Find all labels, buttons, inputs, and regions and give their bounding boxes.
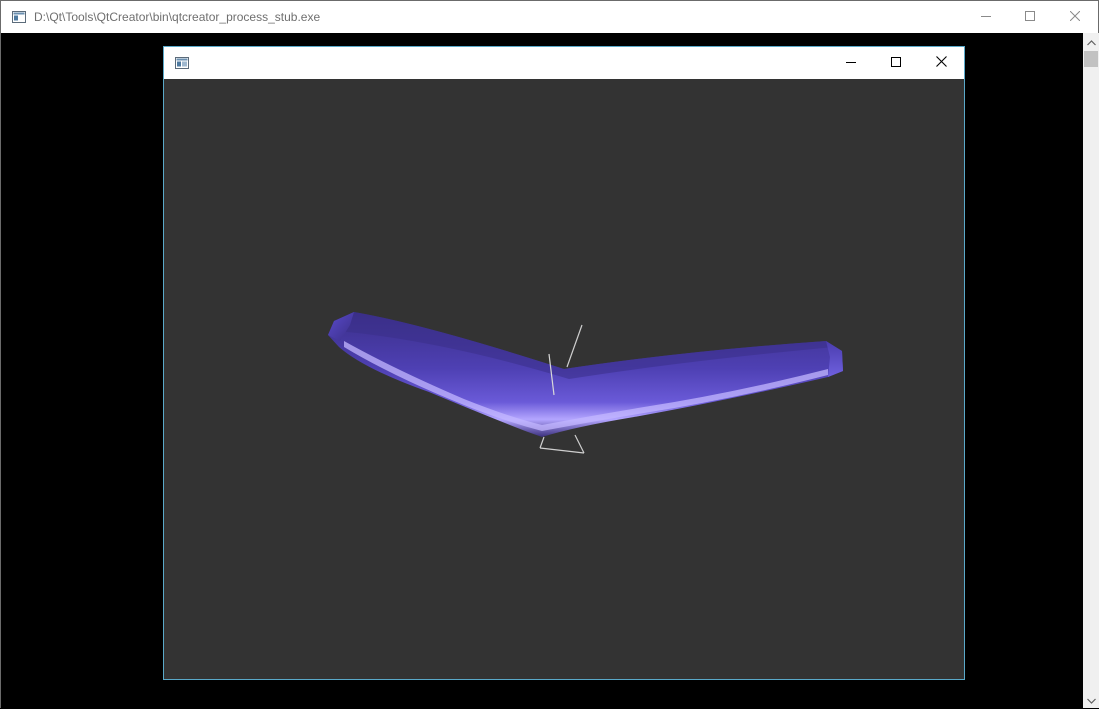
chevron-up-icon — [1086, 33, 1096, 51]
scroll-down-button[interactable] — [1083, 691, 1099, 708]
console-close-button[interactable] — [1052, 1, 1098, 33]
scroll-thumb[interactable] — [1084, 51, 1098, 67]
maximize-icon — [891, 54, 901, 72]
minimize-icon — [846, 54, 856, 72]
console-window-title: D:\Qt\Tools\QtCreator\bin\qtcreator_proc… — [34, 10, 321, 24]
maximize-icon — [1025, 8, 1035, 26]
3d-viewport[interactable] — [164, 79, 964, 679]
render-window-titlebar[interactable] — [164, 47, 964, 79]
render-maximize-button[interactable] — [873, 47, 919, 79]
axis-line-down-right — [574, 434, 585, 454]
render-minimize-button[interactable] — [828, 47, 874, 79]
console-maximize-button[interactable] — [1007, 1, 1053, 33]
console-minimize-button[interactable] — [963, 1, 1009, 33]
close-icon — [935, 54, 947, 72]
axis-line-base — [539, 447, 585, 454]
axis-line-down-left — [539, 436, 545, 449]
axis-line-up — [566, 324, 583, 368]
render-window — [163, 46, 965, 680]
3d-scene — [328, 312, 843, 454]
console-titlebar[interactable]: D:\Qt\Tools\QtCreator\bin\qtcreator_proc… — [1, 1, 1098, 33]
qt-app-icon — [175, 56, 189, 69]
scroll-up-button[interactable] — [1083, 33, 1099, 50]
console-app-icon — [12, 10, 26, 23]
chevron-down-icon — [1086, 691, 1096, 709]
console-vertical-scrollbar[interactable] — [1083, 33, 1099, 708]
minimize-icon — [981, 8, 991, 26]
close-icon — [1069, 8, 1081, 26]
render-close-button[interactable] — [918, 47, 964, 79]
